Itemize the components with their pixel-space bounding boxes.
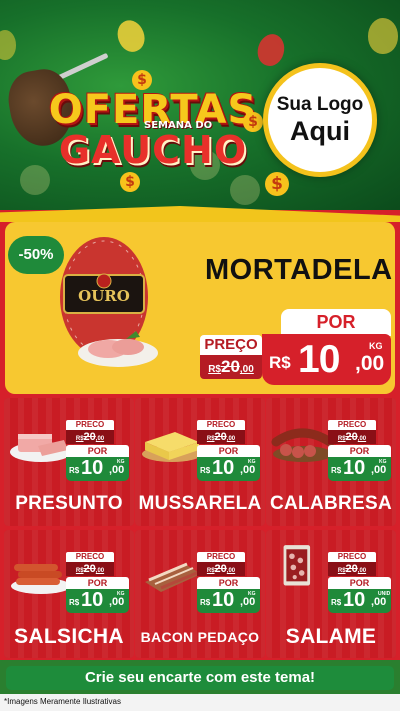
old-price-box: PRECO R$20,00: [328, 420, 376, 444]
por-label: POR: [197, 445, 260, 457]
product-card-presunto[interactable]: PRECO R$20,00 POR R$ 10,00 KG PRESUNTO: [4, 398, 134, 526]
salame-package-image: [283, 545, 311, 586]
old-price-box: PRECO R$20,00: [328, 552, 376, 576]
calabresa-image: [271, 428, 335, 462]
price-cents: ,00: [355, 352, 385, 375]
product-name: SALSICHA: [14, 625, 124, 648]
bomba-straw-icon: [57, 52, 109, 81]
presunto-image: [10, 434, 72, 462]
offers-title: OFERTAS SEMANA DO GAUCHO: [48, 90, 258, 170]
featured-product-name: MORTADELA: [205, 254, 393, 286]
por-label: POR: [328, 445, 391, 457]
product-price: R$ 10,00 KG: [328, 457, 391, 481]
product-price: R$ 10,00 KG: [197, 457, 260, 481]
product-card-bacon[interactable]: PRECO R$20,00 POR R$ 10,00 KG BACON PEDAÇO: [135, 530, 265, 658]
preco-label: PREÇO: [200, 335, 262, 355]
dollar-coin-icon: $: [243, 112, 263, 132]
product-price: R$ 10,00 KG: [66, 457, 129, 481]
product-card-mussarela[interactable]: PRECO R$20,00 POR R$ 10,00 KG MUSSARELA: [135, 398, 265, 526]
price-value: 10: [298, 338, 340, 381]
dollar-coin-icon: $: [132, 70, 152, 90]
product-name: MUSSARELA: [138, 493, 262, 514]
old-price: R$20,00: [200, 355, 262, 379]
dollar-coin-icon: $: [265, 172, 289, 196]
bacon-image: [145, 562, 201, 592]
mortadela-product-image: OURO: [60, 237, 158, 367]
product-name: SALAME: [285, 625, 377, 648]
por-label: POR: [328, 577, 391, 589]
product-price: R$ 10,00 UNID: [328, 589, 391, 613]
price-unit: KG: [369, 341, 383, 351]
por-label: POR: [197, 577, 260, 589]
dollar-coin-icon: $: [120, 172, 140, 192]
por-label: POR: [281, 309, 391, 336]
product-card-salame[interactable]: PRECO R$20,00 POR R$ 10,00 UNID SALAME: [266, 530, 396, 658]
brand-label: OURO: [78, 287, 130, 305]
product-price: R$ 10,00 KG: [66, 589, 129, 613]
product-card-calabresa[interactable]: PRECO R$20,00 POR R$ 10,00 KG CALABRESA: [266, 398, 396, 526]
product-name: PRESUNTO: [15, 493, 123, 514]
logo-text-line1: Sua Logo: [276, 94, 364, 115]
discount-badge: -50%: [8, 236, 64, 274]
logo-text-line2: Aqui: [290, 116, 350, 146]
mussarela-image: [142, 432, 202, 462]
product-name: BACON PEDAÇO: [140, 629, 260, 645]
currency-symbol: R$: [269, 353, 291, 372]
title-gaucho: GAUCHO: [58, 128, 248, 172]
bokeh-decoration: [20, 165, 50, 195]
product-card-salsicha[interactable]: PRECO R$20,00 POR R$ 10,00 KG SALSICHA: [4, 530, 134, 658]
featured-price: R$ 10 ,00 KG: [262, 334, 391, 385]
balloon-decoration: [254, 31, 288, 69]
title-semana-do: SEMANA DO: [144, 120, 213, 131]
por-label: POR: [66, 577, 129, 589]
bokeh-decoration: [230, 175, 260, 205]
disclaimer-text: *Imagens Meramente Ilustrativas: [4, 697, 121, 706]
product-name: CALABRESA: [270, 493, 392, 514]
product-price: R$ 10,00 KG: [197, 589, 260, 613]
cta-button[interactable]: Crie seu encarte com este tema!: [6, 666, 394, 690]
old-price-box: PRECO R$20,00: [66, 420, 114, 444]
balloon-decoration: [0, 30, 16, 60]
store-logo-placeholder[interactable]: Sua Logo Aqui: [263, 63, 377, 177]
header-banner: OFERTAS SEMANA DO GAUCHO $ $ $ $ Sua Log…: [0, 0, 400, 215]
old-price-box: PRECO R$20,00: [197, 552, 245, 576]
old-price-box: PREÇO R$20,00: [200, 335, 262, 379]
por-label: POR: [66, 445, 129, 457]
salsicha-image: [11, 564, 71, 594]
balloon-decoration: [113, 16, 149, 56]
old-price-box: PRECO R$20,00: [66, 552, 114, 576]
old-price-box: PRECO R$20,00: [197, 420, 245, 444]
balloon-decoration: [368, 18, 398, 54]
